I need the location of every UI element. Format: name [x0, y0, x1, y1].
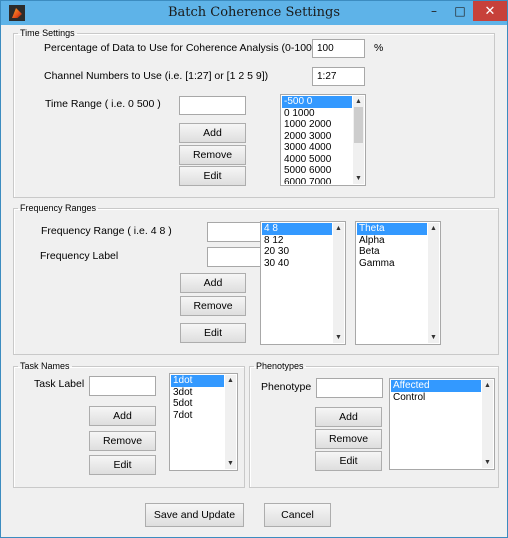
channels-label: Channel Numbers to Use (i.e. [1:27] or […: [44, 70, 269, 82]
list-item[interactable]: 30 40: [262, 258, 332, 270]
phenotype-add-button[interactable]: Add: [315, 407, 382, 427]
phenotype-input[interactable]: [316, 378, 383, 398]
task-remove-button[interactable]: Remove: [89, 431, 156, 451]
percentage-label: Percentage of Data to Use for Coherence …: [44, 42, 316, 54]
phenotype-remove-button[interactable]: Remove: [315, 429, 382, 449]
frequency-ranges-legend: Frequency Ranges: [20, 203, 97, 213]
time-range-list[interactable]: -500 00 1000 1000 2000 2000 3000 3000 4000 4…: [280, 94, 366, 186]
list-item[interactable]: 3dot: [171, 387, 224, 399]
list-item[interactable]: Theta: [357, 223, 427, 235]
scroll-down-arrow-icon[interactable]: ▼: [225, 458, 236, 469]
list-item[interactable]: 2000 3000: [282, 131, 352, 143]
close-button[interactable]: ✕: [473, 1, 507, 21]
time-list-scrollbar[interactable]: ▲ ▼: [353, 96, 364, 184]
frequency-label-scrollbar[interactable]: ▲ ▼: [428, 223, 439, 343]
scroll-up-arrow-icon[interactable]: ▲: [482, 380, 493, 391]
scroll-up-arrow-icon[interactable]: ▲: [225, 375, 236, 386]
percentage-unit: %: [374, 42, 384, 54]
phenotypes-scrollbar[interactable]: ▲ ▼: [482, 380, 493, 468]
cancel-button[interactable]: Cancel: [264, 503, 331, 527]
scroll-down-arrow-icon[interactable]: ▼: [353, 173, 364, 184]
list-item[interactable]: 6000 7000: [282, 177, 352, 185]
task-names-scrollbar[interactable]: ▲ ▼: [225, 375, 236, 469]
phenotype-label: Phenotype: [261, 381, 312, 393]
task-add-button[interactable]: Add: [89, 406, 156, 426]
scrollbar-thumb[interactable]: [354, 107, 363, 143]
list-item[interactable]: 0 1000: [282, 108, 352, 120]
list-item[interactable]: 4 8: [262, 223, 332, 235]
channels-input[interactable]: [312, 67, 365, 86]
list-item[interactable]: 20 30: [262, 246, 332, 258]
list-item[interactable]: Beta: [357, 246, 427, 258]
scroll-down-arrow-icon[interactable]: ▼: [333, 332, 344, 343]
time-remove-button[interactable]: Remove: [179, 145, 246, 165]
phenotypes-legend: Phenotypes: [256, 361, 304, 371]
frequency-add-button[interactable]: Add: [180, 273, 246, 293]
title-bar[interactable]: Batch Coherence Settings – □ ✕: [1, 1, 507, 25]
task-label-label: Task Label: [34, 378, 85, 390]
frequency-range-scrollbar[interactable]: ▲ ▼: [333, 223, 344, 343]
scroll-up-arrow-icon[interactable]: ▲: [333, 223, 344, 234]
time-edit-button[interactable]: Edit: [179, 166, 246, 186]
maximize-button[interactable]: □: [447, 1, 473, 21]
time-add-button[interactable]: Add: [179, 123, 246, 143]
scroll-up-arrow-icon[interactable]: ▲: [353, 96, 364, 107]
list-item[interactable]: 5000 6000: [282, 165, 352, 177]
list-item[interactable]: 1dot: [171, 375, 224, 387]
task-edit-button[interactable]: Edit: [89, 455, 156, 475]
list-item[interactable]: Affected: [391, 380, 481, 392]
task-names-list[interactable]: 1dot 3dot 5dot 7dot ▲ ▼: [169, 373, 238, 471]
scroll-down-arrow-icon[interactable]: ▼: [428, 332, 439, 343]
dialog-body: Time Settings Percentage of Data to Use …: [7, 25, 501, 533]
frequency-remove-button[interactable]: Remove: [180, 296, 246, 316]
phenotypes-list[interactable]: Affected Control ▲ ▼: [389, 378, 495, 470]
list-item[interactable]: Gamma: [357, 258, 427, 270]
list-item[interactable]: 3000 4000: [282, 142, 352, 154]
frequency-label-list[interactable]: Theta Alpha Beta Gamma ▲ ▼: [355, 221, 441, 345]
list-item[interactable]: 8 12: [262, 235, 332, 247]
dialog-window: Batch Coherence Settings – □ ✕ Time Sett…: [0, 0, 508, 538]
save-and-update-button[interactable]: Save and Update: [145, 503, 244, 527]
frequency-range-label: Frequency Range ( i.e. 4 8 ): [41, 225, 172, 237]
list-item[interactable]: 4000 5000: [282, 154, 352, 166]
list-item[interactable]: -500 0: [282, 96, 352, 108]
list-item[interactable]: 5dot: [171, 398, 224, 410]
task-names-legend: Task Names: [20, 361, 70, 371]
frequency-range-list[interactable]: 4 88 12 20 30 30 40 ▲ ▼: [260, 221, 346, 345]
time-settings-legend: Time Settings: [20, 28, 75, 38]
scroll-down-arrow-icon[interactable]: ▼: [482, 457, 493, 468]
list-item[interactable]: Control: [391, 392, 481, 404]
task-label-input[interactable]: [89, 376, 156, 396]
frequency-label-label: Frequency Label: [40, 250, 119, 262]
time-range-label: Time Range ( i.e. 0 500 ): [45, 98, 161, 110]
percentage-input[interactable]: [312, 39, 365, 58]
list-item[interactable]: 1000 2000: [282, 119, 352, 131]
time-range-input[interactable]: [179, 96, 246, 115]
frequency-edit-button[interactable]: Edit: [180, 323, 246, 343]
scroll-up-arrow-icon[interactable]: ▲: [428, 223, 439, 234]
list-item[interactable]: 7dot: [171, 410, 224, 422]
minimize-button[interactable]: –: [421, 1, 447, 21]
phenotype-edit-button[interactable]: Edit: [315, 451, 382, 471]
list-item[interactable]: Alpha: [357, 235, 427, 247]
